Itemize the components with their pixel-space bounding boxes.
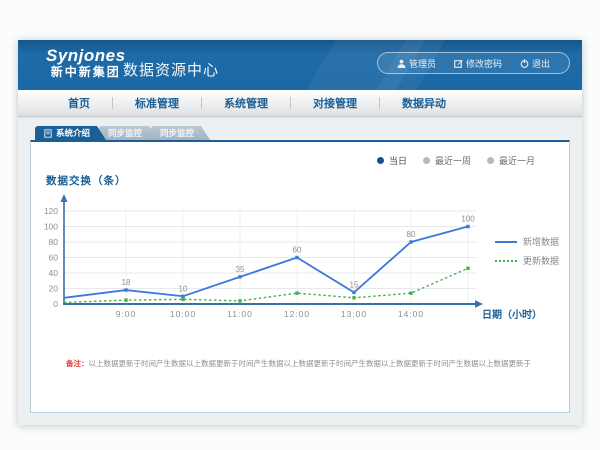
svg-text:60: 60 bbox=[293, 246, 302, 255]
svg-text:10: 10 bbox=[179, 284, 188, 293]
tab-2[interactable]: 同步监控 bbox=[151, 126, 210, 140]
tab-label: 同步监控 bbox=[160, 127, 194, 139]
brand-logo: Synjones 新中新集团 bbox=[46, 46, 126, 80]
svg-text:日期（小时）: 日期（小时） bbox=[482, 308, 542, 321]
power-icon bbox=[520, 59, 529, 68]
nav-item-3[interactable]: 对接管理 bbox=[291, 95, 379, 111]
window-footer bbox=[18, 413, 582, 425]
svg-text:18: 18 bbox=[122, 278, 131, 287]
app-header: Synjones 新中新集团 数据资源中心 管理员 修改密码 退出 bbox=[18, 40, 582, 90]
y-axis-title: 数据交换（条） bbox=[46, 173, 127, 188]
user-toolbar: 管理员 修改密码 退出 bbox=[377, 52, 570, 74]
user-action-label: 管理员 bbox=[409, 57, 436, 70]
svg-text:100: 100 bbox=[44, 222, 58, 232]
edit-icon bbox=[454, 59, 463, 68]
svg-text:40: 40 bbox=[49, 268, 59, 278]
svg-text:13:00: 13:00 bbox=[341, 309, 367, 319]
radio-label: 最近一月 bbox=[499, 154, 535, 167]
tab-bar: 系统介绍 同步监控 同步监控 bbox=[35, 126, 210, 140]
svg-text:120: 120 bbox=[44, 206, 58, 216]
user-icon bbox=[397, 59, 406, 68]
svg-text:11:00: 11:00 bbox=[227, 309, 253, 319]
svg-text:80: 80 bbox=[407, 230, 416, 239]
svg-text:10:00: 10:00 bbox=[170, 309, 196, 319]
legend-label: 新增数据 bbox=[523, 235, 559, 248]
user-action-edit[interactable]: 修改密码 bbox=[445, 57, 511, 70]
radio-option-0[interactable]: 当日 bbox=[377, 154, 407, 167]
user-action-power[interactable]: 退出 bbox=[511, 57, 559, 70]
line-chart: 0 20 40 60 80 100 120 9:00 10:00 11:00 12:00 13:00 1… bbox=[31, 187, 571, 337]
chart-legend: 新增数据更新数据 bbox=[495, 232, 559, 270]
radio-option-1[interactable]: 最近一周 bbox=[423, 154, 471, 167]
tab-0[interactable]: 系统介绍 bbox=[35, 126, 106, 140]
radio-dot-icon bbox=[487, 157, 494, 164]
legend-swatch-icon bbox=[495, 260, 517, 262]
app-window: Synjones 新中新集团 数据资源中心 管理员修改密码退出 首页标准管理系统… bbox=[18, 40, 582, 425]
radio-label: 当日 bbox=[389, 154, 407, 167]
time-range-filter: 当日 最近一周 最近一月 bbox=[377, 154, 535, 167]
svg-text:60: 60 bbox=[49, 253, 59, 263]
legend-swatch-icon bbox=[495, 241, 517, 243]
tab-label: 同步监控 bbox=[108, 127, 142, 139]
footnote-text: 以上数据更新于时间产生数据以上数据更新于时间产生数据以上数据更新于时间产生数据以… bbox=[89, 359, 532, 368]
tab-1[interactable]: 同步监控 bbox=[99, 126, 158, 140]
doc-icon bbox=[44, 129, 52, 138]
svg-text:15: 15 bbox=[350, 280, 359, 289]
nav-item-2[interactable]: 系统管理 bbox=[202, 95, 290, 111]
user-action-label: 退出 bbox=[532, 57, 550, 70]
radio-label: 最近一周 bbox=[435, 154, 471, 167]
svg-text:100: 100 bbox=[461, 215, 475, 224]
svg-text:35: 35 bbox=[236, 265, 245, 274]
footnote-label: 备注： bbox=[66, 359, 89, 368]
nav-item-4[interactable]: 数据异动 bbox=[380, 95, 468, 111]
tab-label: 系统介绍 bbox=[56, 127, 90, 139]
svg-text:14:00: 14:00 bbox=[398, 309, 424, 319]
main-nav: 首页标准管理系统管理对接管理数据异动 bbox=[18, 90, 582, 117]
user-action-label: 修改密码 bbox=[466, 57, 502, 70]
legend-item-1[interactable]: 更新数据 bbox=[495, 251, 559, 270]
radio-dot-icon bbox=[377, 157, 384, 164]
svg-text:9:00: 9:00 bbox=[116, 309, 137, 319]
radio-dot-icon bbox=[423, 157, 430, 164]
brand-logo-text: Synjones bbox=[46, 46, 126, 65]
legend-item-0[interactable]: 新增数据 bbox=[495, 232, 559, 251]
nav-item-1[interactable]: 标准管理 bbox=[113, 95, 201, 111]
svg-text:12:00: 12:00 bbox=[284, 309, 310, 319]
user-action-user[interactable]: 管理员 bbox=[388, 57, 445, 70]
legend-label: 更新数据 bbox=[523, 254, 559, 267]
page-title: 数据资源中心 bbox=[123, 59, 219, 80]
content-panel: 当日 最近一周 最近一月 数据交换（条） 0 20 40 60 80 100 120 9:00 10… bbox=[30, 140, 570, 413]
svg-text:80: 80 bbox=[49, 237, 59, 247]
brand-logo-subtext: 新中新集团 bbox=[46, 65, 126, 80]
radio-option-2[interactable]: 最近一月 bbox=[487, 154, 535, 167]
nav-item-0[interactable]: 首页 bbox=[46, 95, 112, 111]
footnote: 备注：以上数据更新于时间产生数据以上数据更新于时间产生数据以上数据更新于时间产生… bbox=[66, 358, 557, 369]
svg-text:0: 0 bbox=[53, 299, 58, 309]
svg-text:20: 20 bbox=[49, 284, 59, 294]
